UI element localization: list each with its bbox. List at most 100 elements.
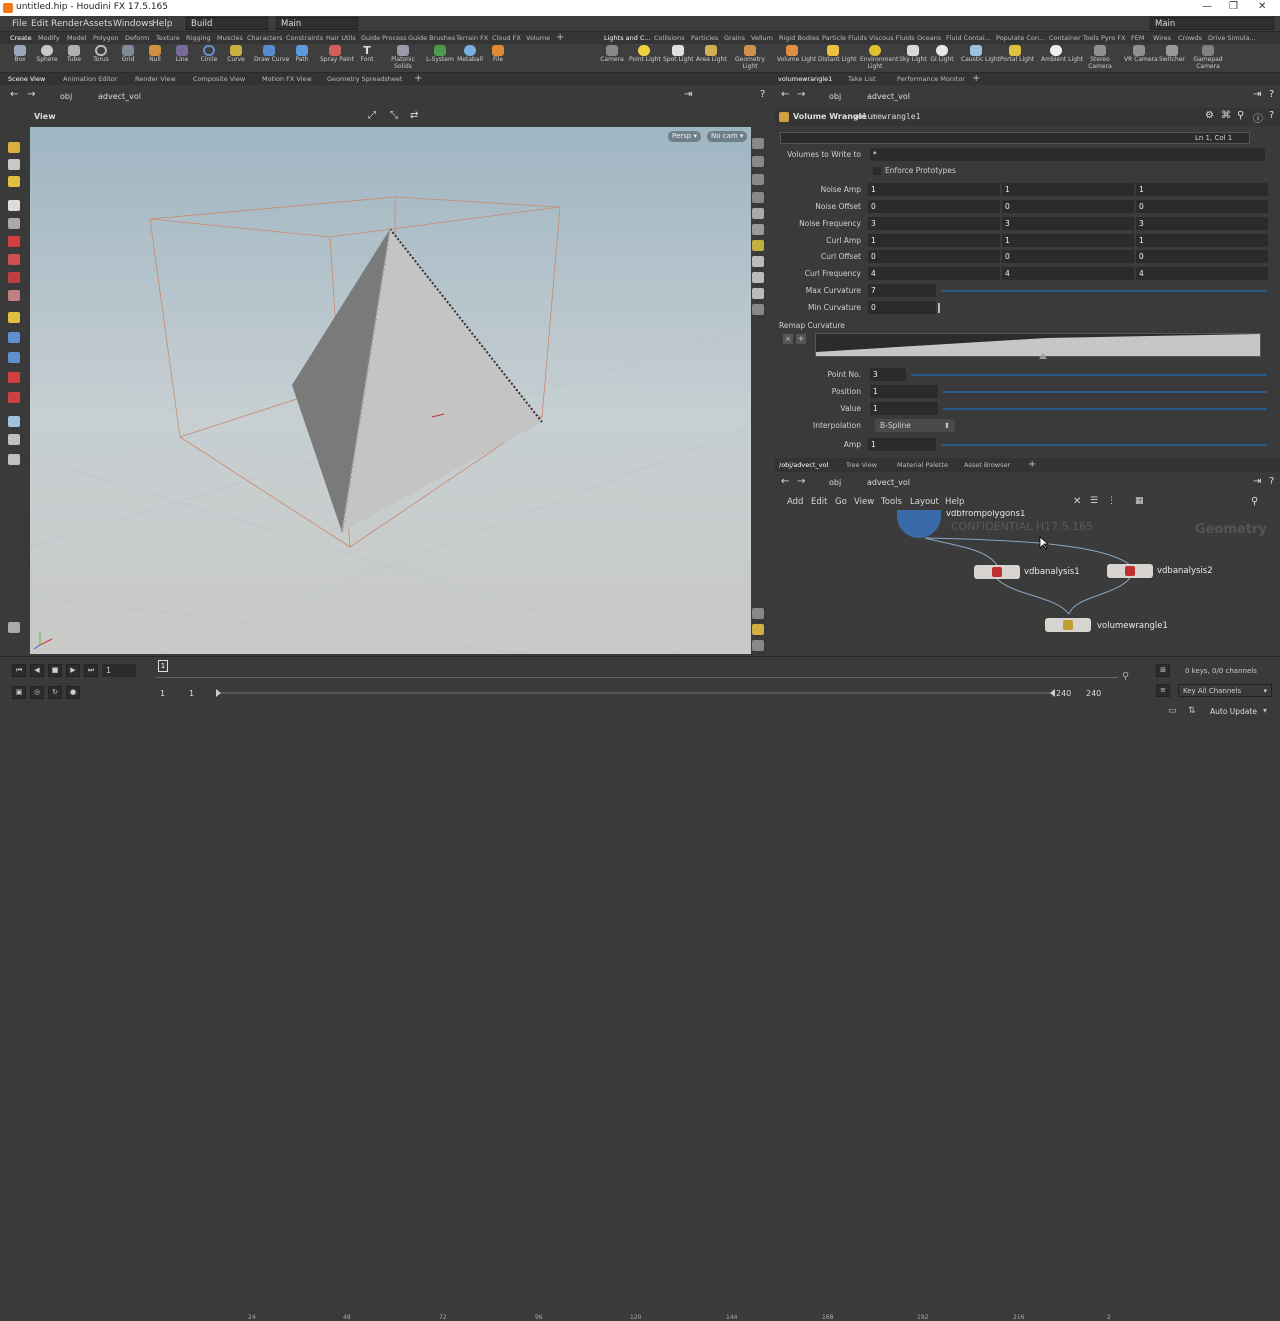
tool-portal-light[interactable]: Portal Light bbox=[1000, 45, 1034, 64]
persp-menu[interactable]: Persp ▾ bbox=[668, 131, 701, 142]
pin-icon[interactable]: ⇥ bbox=[1253, 476, 1261, 487]
pin-icon[interactable]: ⇥ bbox=[684, 89, 692, 100]
menu-add[interactable]: Add bbox=[787, 497, 803, 507]
noise-offset-z[interactable]: 0 bbox=[1136, 200, 1268, 213]
tab-animation-editor[interactable]: Animation Editor bbox=[63, 75, 117, 83]
shelf-tab-modify[interactable]: Modify bbox=[38, 34, 60, 42]
pin-icon[interactable]: ⇥ bbox=[1253, 89, 1261, 100]
key-icon[interactable]: ⌘ bbox=[1221, 110, 1231, 121]
shelf-tab-hair-utils[interactable]: Hair Utils bbox=[326, 34, 356, 42]
tool-curve[interactable]: Curve bbox=[221, 45, 251, 64]
pose-tool-icon[interactable] bbox=[8, 290, 20, 301]
shelf-tab-terrain-fx[interactable]: Terrain FX bbox=[456, 34, 488, 42]
tool-geometry-light[interactable]: Geometry Light bbox=[735, 45, 765, 70]
tab-render-view[interactable]: Render View bbox=[135, 75, 176, 83]
min-curvature-field[interactable]: 0 bbox=[868, 301, 936, 314]
position-field[interactable]: 1 bbox=[870, 385, 938, 398]
key-all-channels-select[interactable]: Key All Channels ▾ bbox=[1178, 684, 1272, 697]
amp-field[interactable]: 1 bbox=[868, 438, 936, 451]
world-icon[interactable] bbox=[8, 434, 20, 445]
scene-viewport[interactable]: Persp ▾ No cam ▾ bbox=[30, 127, 751, 654]
menu-layout[interactable]: Layout bbox=[910, 497, 939, 507]
ghost-icon[interactable] bbox=[752, 272, 764, 283]
shelf-tab-particle-fluids[interactable]: Particle Fluids bbox=[822, 34, 867, 42]
tool-caustic-light[interactable]: Caustic Light bbox=[961, 45, 1000, 64]
shelf-tab-constraints[interactable]: Constraints bbox=[286, 34, 323, 42]
select-icon[interactable]: ⤡ bbox=[390, 110, 398, 121]
tool-sphere[interactable]: Sphere bbox=[32, 45, 62, 64]
grid-display-icon[interactable] bbox=[752, 624, 764, 635]
magnet-alt-icon[interactable] bbox=[8, 392, 20, 403]
position-slider[interactable] bbox=[943, 391, 1267, 393]
tool-box[interactable]: Box bbox=[5, 45, 35, 64]
shelf-tab-viscous-fluids[interactable]: Viscous Fluids bbox=[869, 34, 915, 42]
forward-icon[interactable]: → bbox=[797, 89, 805, 100]
tool-spot-light[interactable]: Spot Light bbox=[663, 45, 694, 64]
forward-icon[interactable]: → bbox=[27, 89, 35, 100]
shelf-tab-populate-containers[interactable]: Populate Con... bbox=[996, 34, 1045, 42]
path-node[interactable]: advect_vol bbox=[867, 478, 910, 487]
curl-amp-y[interactable]: 1 bbox=[1002, 234, 1134, 247]
handle-tool-icon[interactable] bbox=[8, 142, 20, 153]
max-curvature-field[interactable]: 7 bbox=[868, 284, 936, 297]
desktop-select[interactable]: Build bbox=[186, 17, 268, 30]
chat-icon[interactable]: ▭ bbox=[1168, 706, 1177, 716]
vdbanalysis1-node[interactable] bbox=[974, 565, 1020, 579]
curl-frequency-y[interactable]: 4 bbox=[1002, 267, 1134, 280]
paint-tool-icon[interactable] bbox=[8, 176, 20, 187]
path-root[interactable]: obj bbox=[829, 478, 841, 487]
search-icon[interactable]: ⚲ bbox=[1237, 110, 1244, 121]
shading-icon[interactable] bbox=[752, 156, 764, 167]
info-icon[interactable] bbox=[752, 608, 764, 619]
vex-code-editor[interactable] bbox=[780, 132, 1250, 144]
point-no-slider[interactable] bbox=[911, 374, 1267, 376]
noise-offset-y[interactable]: 0 bbox=[1002, 200, 1134, 213]
shelf-tab-guide-brushes[interactable]: Guide Brushes bbox=[408, 34, 455, 42]
viewport-settings-icon[interactable] bbox=[752, 640, 764, 651]
path-node[interactable]: advect_vol bbox=[98, 92, 141, 101]
globe-icon[interactable] bbox=[8, 416, 20, 427]
add-tab-icon[interactable]: + bbox=[1028, 459, 1036, 470]
noise-amp-x[interactable]: 1 bbox=[868, 183, 1000, 196]
tool-circle[interactable]: Circle bbox=[194, 45, 224, 64]
value-slider[interactable] bbox=[943, 408, 1267, 410]
stop-button[interactable]: ■ bbox=[48, 664, 62, 677]
interpolation-select[interactable]: B-Spline ⬍ bbox=[875, 419, 955, 432]
tool-switcher[interactable]: Switcher bbox=[1157, 45, 1187, 64]
tool-path[interactable]: Path bbox=[287, 45, 317, 64]
noise-frequency-x[interactable]: 3 bbox=[868, 217, 1000, 230]
shelf-tab-muscles[interactable]: Muscles bbox=[217, 34, 243, 42]
close-icon[interactable]: ✕ bbox=[1258, 1, 1266, 12]
tool-vr-camera[interactable]: VR Camera bbox=[1124, 45, 1158, 64]
menu-edit[interactable]: Edit bbox=[31, 19, 48, 29]
menu-render[interactable]: Render bbox=[51, 19, 83, 29]
grid-view-icon[interactable]: ▦ bbox=[1135, 496, 1144, 506]
shelf-tab-volume[interactable]: Volume bbox=[526, 34, 550, 42]
min-curvature-slider-handle[interactable] bbox=[938, 303, 940, 313]
range-start-1[interactable]: 1 bbox=[160, 689, 165, 698]
menu-assets[interactable]: Assets bbox=[83, 19, 112, 29]
tool-gamepad-camera[interactable]: Gamepad Camera bbox=[1193, 45, 1223, 70]
tool-l-system[interactable]: L-System bbox=[425, 45, 455, 64]
shelf-tab-guide-process[interactable]: Guide Process bbox=[361, 34, 407, 42]
light-bulb-icon[interactable] bbox=[752, 256, 764, 267]
tree-icon[interactable]: ⋮ bbox=[1107, 496, 1116, 506]
camera-menu[interactable]: No cam ▾ bbox=[707, 131, 748, 142]
sphere-shading-icon[interactable] bbox=[752, 208, 764, 219]
tab-asset-browser[interactable]: Asset Browser bbox=[964, 461, 1010, 469]
snap-point-icon[interactable] bbox=[8, 352, 20, 363]
tab-volumewrangle1[interactable]: volumewrangle1 bbox=[778, 75, 832, 83]
tool-file[interactable]: File bbox=[483, 45, 513, 64]
lighting-icon[interactable] bbox=[752, 240, 764, 251]
gear-icon[interactable]: ⚙ bbox=[1205, 110, 1214, 121]
range-start-2[interactable]: 1 bbox=[189, 689, 194, 698]
tab-scene-view[interactable]: Scene View bbox=[8, 75, 45, 83]
tool-camera[interactable]: Camera bbox=[597, 45, 627, 64]
tab-composite-view[interactable]: Composite View bbox=[193, 75, 245, 83]
menu-go[interactable]: Go bbox=[835, 497, 847, 507]
audio-icon[interactable]: ◎ bbox=[30, 686, 44, 699]
menu-help[interactable]: Help bbox=[945, 497, 964, 507]
view-tool-icon[interactable] bbox=[8, 159, 20, 170]
flat-shading-icon[interactable] bbox=[752, 192, 764, 203]
chevron-down-icon[interactable]: ▾ bbox=[1263, 706, 1267, 715]
